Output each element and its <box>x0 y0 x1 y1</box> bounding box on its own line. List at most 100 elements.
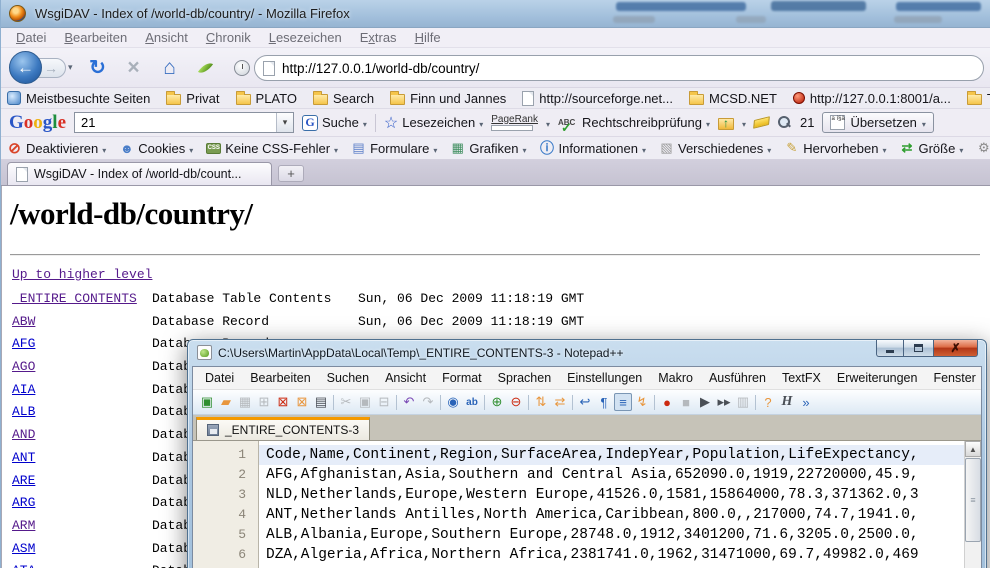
up-to-higher-level-link[interactable]: Up to higher level <box>12 267 152 282</box>
notepad-menu-item[interactable]: Sprachen <box>490 371 560 385</box>
entry-link[interactable]: ABW <box>12 314 35 329</box>
save-macro-icon[interactable]: ▥ <box>734 393 752 411</box>
close-file-icon[interactable]: ⊠ <box>274 393 292 411</box>
webdev-menu-item[interactable]: Größe <box>899 141 963 156</box>
notepad-menu-item[interactable]: TextFX <box>774 371 829 385</box>
maximize-button[interactable] <box>904 340 934 357</box>
html-preview-icon[interactable]: H <box>778 393 796 411</box>
webdev-menu-item[interactable]: Keine CSS-Fehler <box>206 141 338 156</box>
vertical-scrollbar[interactable]: ▲ ≡ <box>964 441 981 568</box>
dropdown-caret[interactable] <box>334 141 338 156</box>
highlighter-icon[interactable] <box>753 116 770 129</box>
sync-horizontal-icon[interactable]: ⇄ <box>551 393 569 411</box>
notepad-menu-item[interactable]: Datei <box>197 371 242 385</box>
separator[interactable] <box>652 393 657 411</box>
dropdown-caret[interactable] <box>102 141 106 156</box>
dropdown-caret[interactable] <box>882 141 886 156</box>
menu-item[interactable]: Bearbeiten <box>55 30 136 45</box>
notepad-menu-item[interactable]: Format <box>434 371 490 385</box>
menu-item[interactable]: Ansicht <box>136 30 197 45</box>
notepad-menu-item[interactable]: Makro <box>650 371 701 385</box>
entry-link[interactable]: ARG <box>12 495 35 510</box>
separator[interactable] <box>753 393 758 411</box>
back-button[interactable]: ← <box>9 51 42 84</box>
dropdown-caret[interactable] <box>706 115 710 130</box>
bookmark-item[interactable]: Finn und Jannes <box>390 91 506 106</box>
separator[interactable] <box>331 393 336 411</box>
webdev-menu-item[interactable]: Grafiken <box>450 141 526 156</box>
code-line[interactable]: Code,Name,Continent,Region,SurfaceArea,I… <box>259 445 964 465</box>
notepad-menu-item[interactable]: Fenster <box>925 371 982 385</box>
stop-macro-icon[interactable]: ■ <box>677 393 695 411</box>
copy-icon[interactable]: ▣ <box>356 393 374 411</box>
toolbar-overflow-chevron[interactable]: » <box>797 393 815 411</box>
separator[interactable] <box>570 393 575 411</box>
scrollbar-thumb[interactable]: ≡ <box>965 458 981 542</box>
code-line[interactable]: ANT,Netherlands Antilles,North America,C… <box>259 505 964 525</box>
menu-item[interactable]: Datei <box>7 30 55 45</box>
home-button[interactable]: ⌂ <box>159 57 181 79</box>
entry-link[interactable]: ASM <box>12 541 35 556</box>
minimize-button[interactable] <box>876 340 904 357</box>
function-list-icon[interactable]: ↯ <box>633 393 651 411</box>
zoom-in-icon[interactable]: ⊕ <box>488 393 506 411</box>
entry-link[interactable]: ARE <box>12 473 35 488</box>
webdev-menu-item[interactable]: Deaktivieren <box>7 141 106 156</box>
bookmark-item[interactable]: Tree Samples <box>967 91 990 106</box>
redo-icon[interactable]: ↷ <box>419 393 437 411</box>
dropdown-caret[interactable] <box>642 141 646 156</box>
menu-item[interactable]: Chronik <box>197 30 260 45</box>
code-line[interactable]: AFG,Afghanistan,Asia,Southern and Centra… <box>259 465 964 485</box>
history-dropdown-caret[interactable]: ▾ <box>68 62 73 73</box>
translate-button[interactable]: Übersetzen <box>822 112 934 133</box>
dropdown-caret[interactable] <box>959 141 963 156</box>
entry-link[interactable]: ATA <box>12 563 35 568</box>
bookmark-item[interactable]: Search <box>313 91 374 106</box>
google-bookmarks-button[interactable]: ☆ Lesezeichen <box>384 113 483 133</box>
play-macro-icon[interactable]: ▶ <box>696 393 714 411</box>
close-button[interactable]: ✗ <box>934 340 978 357</box>
entry-link[interactable]: AGO <box>12 359 35 374</box>
pagerank-widget[interactable]: PageRank <box>491 115 538 131</box>
zoom-out-icon[interactable]: ⊖ <box>507 393 525 411</box>
dropdown-caret[interactable] <box>742 114 746 132</box>
dropdown-caret[interactable] <box>767 141 771 156</box>
record-macro-icon[interactable]: ● <box>658 393 676 411</box>
menu-item[interactable]: Lesezeichen <box>260 30 351 45</box>
print-icon[interactable]: ▤ <box>312 393 330 411</box>
entry-link[interactable]: AND <box>12 427 35 442</box>
dropdown-caret[interactable] <box>522 141 526 156</box>
new-file-icon[interactable]: ▣ <box>198 393 216 411</box>
paste-icon[interactable]: ⊟ <box>375 393 393 411</box>
cut-icon[interactable]: ✂ <box>337 393 355 411</box>
notepad-menu-item[interactable]: Ansicht <box>377 371 434 385</box>
stop-button[interactable]: × <box>123 57 145 79</box>
replace-icon[interactable]: ab <box>463 393 481 411</box>
webdev-menu-item[interactable]: Hervorheben <box>784 141 886 156</box>
find-icon[interactable]: ◉ <box>444 393 462 411</box>
notepad-menu-item[interactable]: Einstellungen <box>559 371 650 385</box>
plugin-icon[interactable]: ? <box>759 393 777 411</box>
code-line[interactable]: NLD,Netherlands,Europe,Western Europe,41… <box>259 485 964 505</box>
indent-guide-icon[interactable]: ≡ <box>614 393 632 411</box>
dropdown-caret[interactable] <box>363 115 367 130</box>
spellcheck-button[interactable]: ABC Rechtschreibprüfung <box>558 115 710 130</box>
notepad-menu-item[interactable]: Erweiterungen <box>829 371 926 385</box>
close-all-icon[interactable]: ⊠ <box>293 393 311 411</box>
dropdown-caret[interactable] <box>922 115 926 130</box>
webdev-menu-item[interactable]: Verschiedenes <box>659 141 771 156</box>
word-wrap-icon[interactable]: ↩ <box>576 393 594 411</box>
run-macro-multi-icon[interactable]: ▸▸ <box>715 393 733 411</box>
menu-item[interactable]: Extras <box>351 30 406 45</box>
dropdown-caret[interactable] <box>479 115 483 130</box>
entry-link[interactable]: ANT <box>12 450 35 465</box>
open-file-icon[interactable]: ▰ <box>217 393 235 411</box>
code-line[interactable]: DZA,Algeria,Africa,Northern Africa,23817… <box>259 545 964 565</box>
webdev-menu-item[interactable]: Cookies <box>119 141 193 156</box>
code-area[interactable]: Code,Name,Continent,Region,SurfaceArea,I… <box>259 441 964 568</box>
separator[interactable] <box>526 393 531 411</box>
google-search-input[interactable] <box>75 115 276 130</box>
show-symbols-icon[interactable]: ¶ <box>595 393 613 411</box>
webdev-menu-item[interactable]: Formulare <box>351 141 437 156</box>
reload-button[interactable]: ↻ <box>87 57 109 79</box>
